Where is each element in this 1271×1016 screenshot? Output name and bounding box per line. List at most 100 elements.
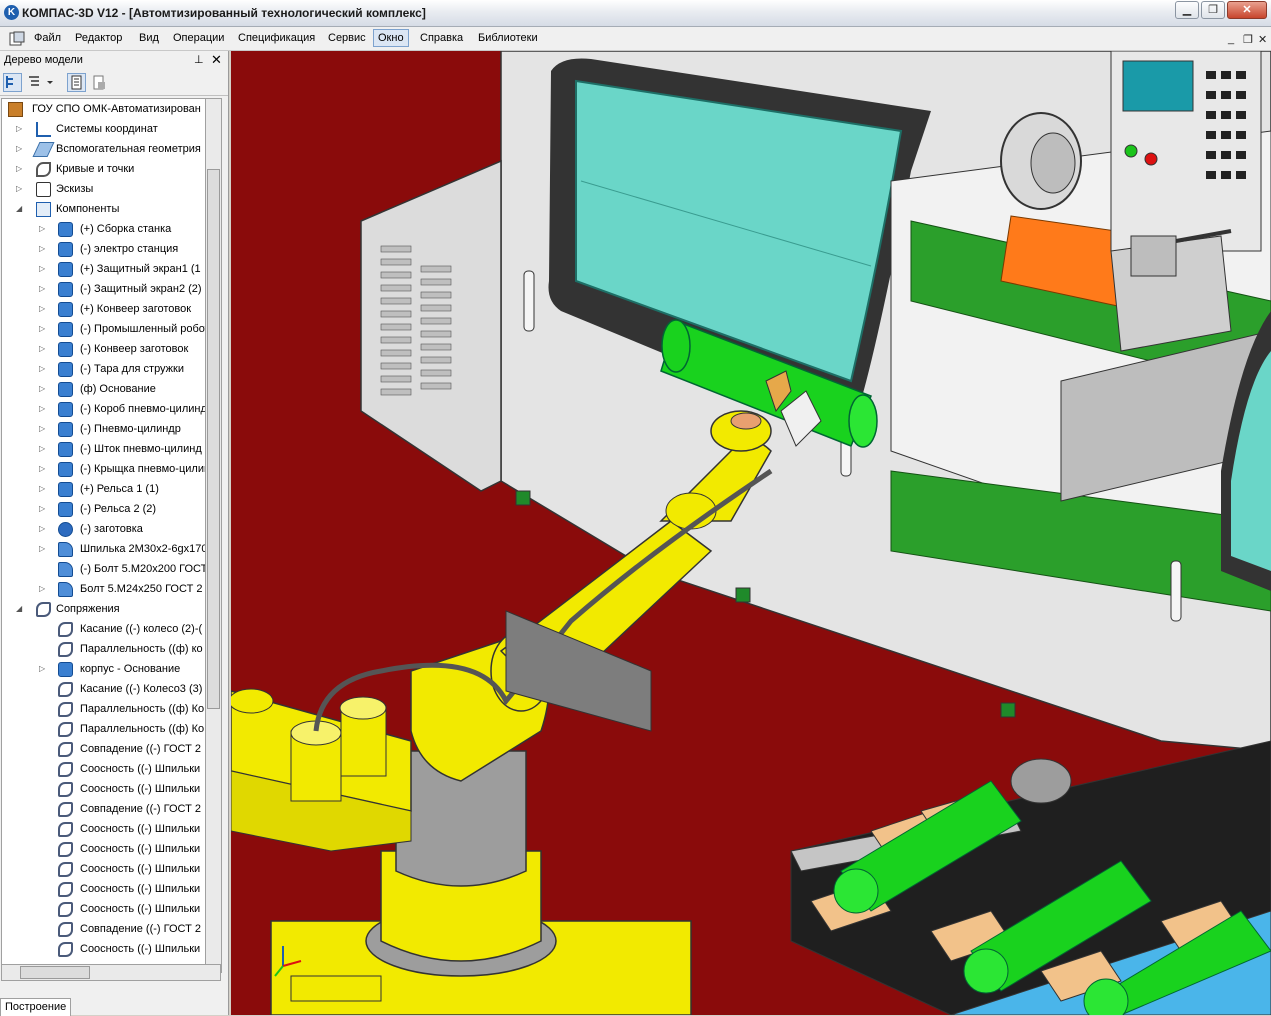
mate-icon [58,642,73,657]
expand-icon[interactable]: ▷ [16,179,25,199]
expand-icon[interactable]: ▷ [39,239,48,259]
expand-icon[interactable]: ▷ [39,479,48,499]
restore-button[interactable]: ❐ [1201,1,1225,19]
expand-icon[interactable]: ▷ [16,139,25,159]
mate-icon [58,622,73,637]
auxiliary-geometry-icon [32,142,55,157]
coordinate-systems-icon [36,122,51,137]
tab-construction[interactable]: Построение [0,998,72,1016]
tree-row-label: Соосность ((-) Шпильки [80,943,201,955]
vertical-scroll-thumb[interactable] [207,169,220,709]
expand-icon[interactable]: ▷ [39,459,48,479]
part-icon [58,522,73,537]
mate-group-icon [58,662,73,677]
collapse-icon[interactable]: ◢ [16,199,25,219]
menu-operations[interactable]: Операции [173,32,224,44]
mate-icon [58,782,73,797]
menu-help[interactable]: Справка [420,32,463,44]
expand-icon[interactable]: ▷ [39,399,48,419]
expand-icon[interactable]: ▷ [39,339,48,359]
assembly-root-icon [8,102,23,117]
menu-file[interactable]: Файл [34,32,61,44]
tree-row-label: (-) Промышленный робот [80,323,207,335]
tree-structure-button[interactable] [3,73,22,92]
tree-row-label: Соосность ((-) Шпильки [80,843,201,855]
expand-icon[interactable]: ▷ [39,299,48,319]
component-icon [58,382,73,397]
doc-restore-button[interactable]: ❐ [1243,33,1253,46]
expand-icon[interactable]: ▷ [39,319,48,339]
menu-bar: Файл Редактор Вид Операции Спецификация … [0,27,1271,51]
document-settings-icon [93,75,105,90]
tree-row-label: Совпадение ((-) ГОСТ 2 [80,923,201,935]
tree-row-label: Соосность ((-) Шпильки [80,883,201,895]
expand-icon[interactable]: ▷ [39,519,48,539]
document-icon[interactable] [9,31,25,46]
expand-icon[interactable]: ▷ [16,119,25,139]
tree-horizontal-scrollbar[interactable] [1,964,221,981]
expand-icon[interactable]: ▷ [39,579,48,599]
bolt-icon [58,582,73,597]
expand-icon[interactable]: ▷ [39,279,48,299]
tree-row-label: (-) электро станция [80,243,179,255]
tree-row-label: ГОУ СПО ОМК-Автоматизирован [32,103,201,115]
tree-mode-dropdown[interactable] [26,73,56,92]
expand-icon[interactable]: ▷ [39,419,48,439]
menu-editor[interactable]: Редактор [75,32,122,44]
menu-service[interactable]: Сервис [328,32,366,44]
expand-icon[interactable]: ▷ [16,159,25,179]
tree-row-label: (-) Болт 5.М20х200 ГОСТ [80,563,207,575]
component-icon [58,422,73,437]
horizontal-scroll-thumb[interactable] [20,966,90,979]
minimize-button[interactable]: ▁ [1175,1,1199,19]
menu-view[interactable]: Вид [139,32,159,44]
pin-icon[interactable]: ⊥ [194,53,204,66]
model-tree: ГОУ СПО ОМК-Автоматизирован ▷ Системы ко… [1,98,207,975]
kompas-logo-icon: K [4,5,19,20]
doc-close-button[interactable]: ✕ [1258,33,1267,46]
tree-row-label: (+) Рельса 1 (1) [80,483,159,495]
component-icon [58,302,73,317]
expand-icon[interactable]: ▷ [39,379,48,399]
collapse-icon[interactable]: ◢ [16,599,25,619]
tree-row-label: (+) Защитный экран1 (1 [80,263,201,275]
tree-row-label: Совпадение ((-) ГОСТ 2 [80,743,201,755]
tree-row-label: (-) Шток пневмо-цилинд [80,443,202,455]
component-icon [58,222,73,237]
close-button[interactable]: ✕ [1227,1,1267,19]
mate-icon [58,942,73,957]
panel-header: Дерево модели ⊥ ✕ [0,51,228,70]
panel-close-button[interactable]: ✕ [211,52,222,68]
tree-view-button[interactable] [67,73,86,92]
mate-icon [58,902,73,917]
menu-libraries[interactable]: Библиотеки [478,32,538,44]
doc-minimize-button[interactable]: _ [1228,33,1234,45]
expand-icon[interactable]: ▷ [39,439,48,459]
3d-viewport[interactable] [231,51,1271,1015]
mate-icon [58,822,73,837]
component-icon [58,362,73,377]
tree-toolbar [0,70,228,96]
expand-icon[interactable]: ▷ [39,659,48,679]
expand-icon[interactable]: ▷ [39,219,48,239]
expand-icon[interactable]: ▷ [39,359,48,379]
menu-specification[interactable]: Спецификация [238,32,315,44]
tree-row-label: (-) Тара для стружки [80,363,185,375]
tree-row-label: Соосность ((-) Шпильки [80,763,201,775]
tree-row-label: (ф) Основание [80,383,156,395]
component-icon [58,442,73,457]
tree-row-label: (-) заготовка [80,523,143,535]
tree-settings-button[interactable] [89,73,108,92]
expand-icon[interactable]: ▷ [39,539,48,559]
tree-row-label: Соосность ((-) Шпильки [80,783,201,795]
tree-vertical-scrollbar[interactable] [205,98,222,973]
menu-window[interactable]: Окно [373,29,409,47]
component-icon [58,282,73,297]
mate-icon [58,882,73,897]
model-tree-panel: Дерево модели ⊥ ✕ ГОУ СПО ОМК-Автоматизи… [0,51,229,1016]
tree-row-label: Компоненты [56,203,120,215]
mate-icon [58,862,73,877]
expand-icon[interactable]: ▷ [39,259,48,279]
mate-icon [58,762,73,777]
expand-icon[interactable]: ▷ [39,499,48,519]
